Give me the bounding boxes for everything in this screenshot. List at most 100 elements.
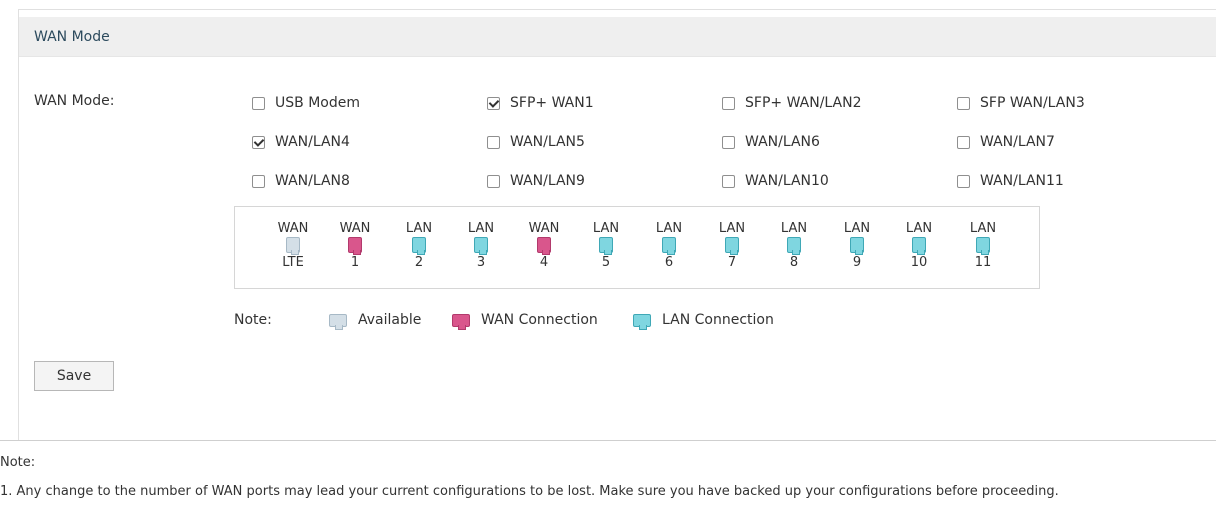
checkbox-box[interactable] xyxy=(487,135,500,149)
checkbox-wan-lan9[interactable]: WAN/LAN9 xyxy=(487,171,585,191)
port-6: LAN 6 xyxy=(649,221,689,270)
port-8: LAN 8 xyxy=(774,221,814,270)
ethernet-port-icon xyxy=(633,313,651,330)
legend-label: Available xyxy=(358,312,422,328)
checkbox-box[interactable] xyxy=(957,135,970,149)
port-3: LAN 3 xyxy=(461,221,501,270)
port-5: LAN 5 xyxy=(586,221,626,270)
checkbox-label: WAN/LAN5 xyxy=(510,134,585,150)
port-number: 3 xyxy=(476,255,486,270)
checkbox-wan-lan6[interactable]: WAN/LAN6 xyxy=(722,132,820,152)
checkbox-box[interactable] xyxy=(487,174,500,188)
checkbox-box[interactable] xyxy=(957,174,970,188)
save-button[interactable]: Save xyxy=(34,361,114,391)
port-4: WAN 4 xyxy=(524,221,564,270)
checkbox-box[interactable] xyxy=(957,96,970,110)
note-title: Note: xyxy=(0,455,36,470)
legend-lan: LAN Connection xyxy=(633,312,774,330)
checkbox-usb-modem[interactable]: USB Modem xyxy=(252,93,360,113)
checkbox-wan-lan11[interactable]: WAN/LAN11 xyxy=(957,171,1064,191)
port-number: 4 xyxy=(539,255,549,270)
checkbox-label: SFP+ WAN/LAN2 xyxy=(745,95,862,111)
port-number: 5 xyxy=(601,255,611,270)
checkbox-sfp-plus-wan-lan2[interactable]: SFP+ WAN/LAN2 xyxy=(722,93,861,113)
port-9: LAN 9 xyxy=(837,221,877,270)
checkbox-wan-lan4[interactable]: WAN/LAN4 xyxy=(252,132,350,152)
port-type: LAN xyxy=(905,221,933,236)
checkbox-label: SFP WAN/LAN3 xyxy=(980,95,1085,111)
port-number: 6 xyxy=(664,255,674,270)
checkbox-label: SFP+ WAN1 xyxy=(510,95,594,111)
divider xyxy=(0,440,1216,441)
port-2: LAN 2 xyxy=(399,221,439,270)
port-type: LAN xyxy=(655,221,683,236)
checkbox-box[interactable] xyxy=(722,135,735,149)
port-7: LAN 7 xyxy=(712,221,752,270)
port-number: 8 xyxy=(789,255,799,270)
port-diagram: WAN LTE WAN 1 LAN 2 LAN 3 WAN 4 LAN 5 LA… xyxy=(234,206,1040,289)
ethernet-port-icon xyxy=(412,237,426,255)
ethernet-port-icon xyxy=(976,237,990,255)
checkbox-box[interactable] xyxy=(487,96,500,110)
ethernet-port-icon xyxy=(912,237,926,255)
panel-header: WAN Mode xyxy=(19,17,1216,57)
note-text: 1. Any change to the number of WAN ports… xyxy=(0,484,1059,499)
ethernet-port-icon xyxy=(452,313,470,330)
ethernet-port-icon xyxy=(850,237,864,255)
checkbox-label: WAN/LAN4 xyxy=(275,134,350,150)
ethernet-port-icon xyxy=(286,237,300,255)
port-type: LAN xyxy=(592,221,620,236)
checkbox-box[interactable] xyxy=(722,174,735,188)
port-type: LAN xyxy=(969,221,997,236)
port-type: LAN xyxy=(467,221,495,236)
checkbox-box[interactable] xyxy=(722,96,735,110)
checkbox-wan-lan7[interactable]: WAN/LAN7 xyxy=(957,132,1055,152)
port-type: LAN xyxy=(780,221,808,236)
checkbox-wan-lan8[interactable]: WAN/LAN8 xyxy=(252,171,350,191)
port-lte: WAN LTE xyxy=(273,221,313,270)
port-type: LAN xyxy=(718,221,746,236)
legend-note: Note: xyxy=(234,312,272,328)
ethernet-port-icon xyxy=(662,237,676,255)
port-10: LAN 10 xyxy=(899,221,939,270)
ethernet-port-icon xyxy=(787,237,801,255)
checkbox-label: WAN/LAN11 xyxy=(980,173,1064,189)
checkbox-box[interactable] xyxy=(252,96,265,110)
port-number: 11 xyxy=(974,255,992,270)
ethernet-port-icon xyxy=(537,237,551,255)
checkbox-label: WAN/LAN6 xyxy=(745,134,820,150)
checkbox-box[interactable] xyxy=(252,174,265,188)
port-number: 1 xyxy=(350,255,360,270)
checkbox-sfp-wan-lan3[interactable]: SFP WAN/LAN3 xyxy=(957,93,1085,113)
checkbox-label: WAN/LAN7 xyxy=(980,134,1055,150)
checkbox-label: WAN/LAN9 xyxy=(510,173,585,189)
port-type: WAN xyxy=(339,221,371,236)
legend-wan: WAN Connection xyxy=(452,312,598,330)
legend-label: LAN Connection xyxy=(662,312,774,328)
ethernet-port-icon xyxy=(348,237,362,255)
port-11: LAN 11 xyxy=(963,221,1003,270)
port-1: WAN 1 xyxy=(335,221,375,270)
checkbox-label: USB Modem xyxy=(275,95,360,111)
port-number: LTE xyxy=(282,255,304,270)
port-type: LAN xyxy=(843,221,871,236)
port-type: WAN xyxy=(528,221,560,236)
checkbox-sfp-plus-wan1[interactable]: SFP+ WAN1 xyxy=(487,93,594,113)
ethernet-port-icon xyxy=(725,237,739,255)
port-number: 7 xyxy=(727,255,737,270)
wan-mode-label: WAN Mode: xyxy=(34,93,115,109)
ethernet-port-icon xyxy=(329,313,347,330)
ethernet-port-icon xyxy=(599,237,613,255)
checkbox-wan-lan10[interactable]: WAN/LAN10 xyxy=(722,171,829,191)
port-number: 2 xyxy=(414,255,424,270)
panel-title: WAN Mode xyxy=(34,29,110,45)
checkbox-label: WAN/LAN10 xyxy=(745,173,829,189)
port-type: WAN xyxy=(277,221,309,236)
port-type: LAN xyxy=(405,221,433,236)
ethernet-port-icon xyxy=(474,237,488,255)
port-number: 9 xyxy=(852,255,862,270)
legend-label: WAN Connection xyxy=(481,312,598,328)
legend-available: Available xyxy=(329,312,422,330)
checkbox-wan-lan5[interactable]: WAN/LAN5 xyxy=(487,132,585,152)
checkbox-box[interactable] xyxy=(252,135,265,149)
